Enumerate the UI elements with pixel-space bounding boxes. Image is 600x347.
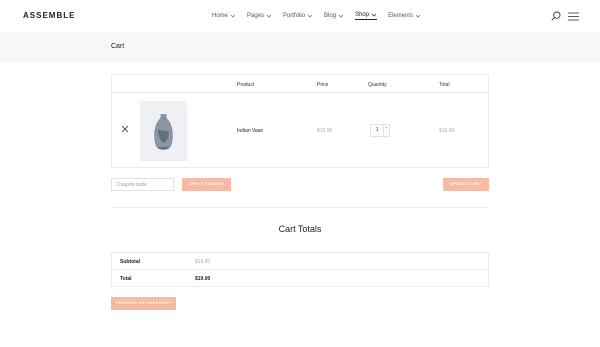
quantity-arrows[interactable]: + -	[383, 125, 389, 136]
nav-item-portfolio[interactable]: Portfolio	[283, 12, 313, 20]
nav-item-blog[interactable]: Blog	[324, 12, 344, 20]
cart-table: Product Price Quantity Total Indian Vase…	[111, 74, 489, 168]
quantity-stepper[interactable]: 1 + -	[370, 124, 390, 137]
quantity-value[interactable]: 1	[371, 125, 383, 136]
total-label: Total	[120, 276, 132, 282]
nav-item-label: Elements	[388, 13, 414, 19]
column-header-price: Price	[317, 82, 329, 88]
cart-table-header: Product Price Quantity Total	[112, 75, 488, 93]
chevron-down-icon	[371, 13, 377, 17]
chevron-down-icon	[307, 14, 313, 18]
chevron-down-icon	[266, 14, 272, 18]
cart-totals-table: Subtotal $19.00 Total $19.00	[111, 252, 489, 287]
hamburger-menu-icon[interactable]	[568, 12, 579, 21]
proceed-to-checkout-button[interactable]: PROCEED TO CHECKOUT	[111, 297, 176, 310]
site-header: ASSEMBLE Home Pages Portfolio Blog Shop …	[0, 0, 600, 32]
product-thumbnail[interactable]	[140, 101, 187, 161]
product-price: $19.00	[317, 128, 333, 134]
nav-item-home[interactable]: Home	[212, 12, 236, 20]
subtotal-row: Subtotal $19.00	[112, 253, 488, 270]
total-row: Total $19.00	[112, 270, 488, 287]
page-title-bar	[0, 32, 600, 62]
decrement-icon[interactable]: -	[384, 130, 389, 135]
nav-item-pages[interactable]: Pages	[247, 12, 272, 20]
search-icon[interactable]	[551, 11, 561, 21]
update-cart-button[interactable]: UPDATE CART	[443, 178, 489, 191]
vase-image-icon	[154, 114, 173, 150]
nav-item-shop[interactable]: Shop	[355, 12, 378, 20]
section-divider	[111, 207, 489, 208]
apply-coupon-button[interactable]: APPLY COUPON	[182, 178, 231, 191]
nav-item-label: Pages	[247, 13, 265, 19]
nav-item-label: Shop	[355, 12, 370, 18]
remove-item-icon[interactable]	[121, 125, 129, 133]
main-nav: Home Pages Portfolio Blog Shop Elements	[212, 12, 421, 20]
column-header-quantity: Quantity	[368, 82, 387, 88]
product-name[interactable]: Indian Vase	[237, 128, 263, 134]
nav-item-elements[interactable]: Elements	[388, 12, 421, 20]
chevron-down-icon	[230, 14, 236, 18]
site-logo[interactable]: ASSEMBLE	[23, 11, 75, 20]
nav-item-label: Home	[212, 13, 229, 19]
column-header-product: Product	[237, 82, 255, 88]
column-header-total: Total	[439, 82, 450, 88]
chevron-down-icon	[338, 14, 344, 18]
nav-item-label: Portfolio	[283, 13, 306, 19]
page-title: Cart	[111, 43, 125, 50]
coupon-code-input[interactable]	[111, 178, 174, 191]
chevron-down-icon	[415, 14, 421, 18]
product-total: $19.00	[439, 128, 455, 134]
nav-item-label: Blog	[324, 13, 337, 19]
subtotal-label: Subtotal	[120, 259, 140, 265]
cart-totals-title: Cart Totals	[278, 224, 322, 234]
subtotal-value: $19.00	[195, 259, 211, 265]
total-value: $19.00	[195, 276, 211, 282]
